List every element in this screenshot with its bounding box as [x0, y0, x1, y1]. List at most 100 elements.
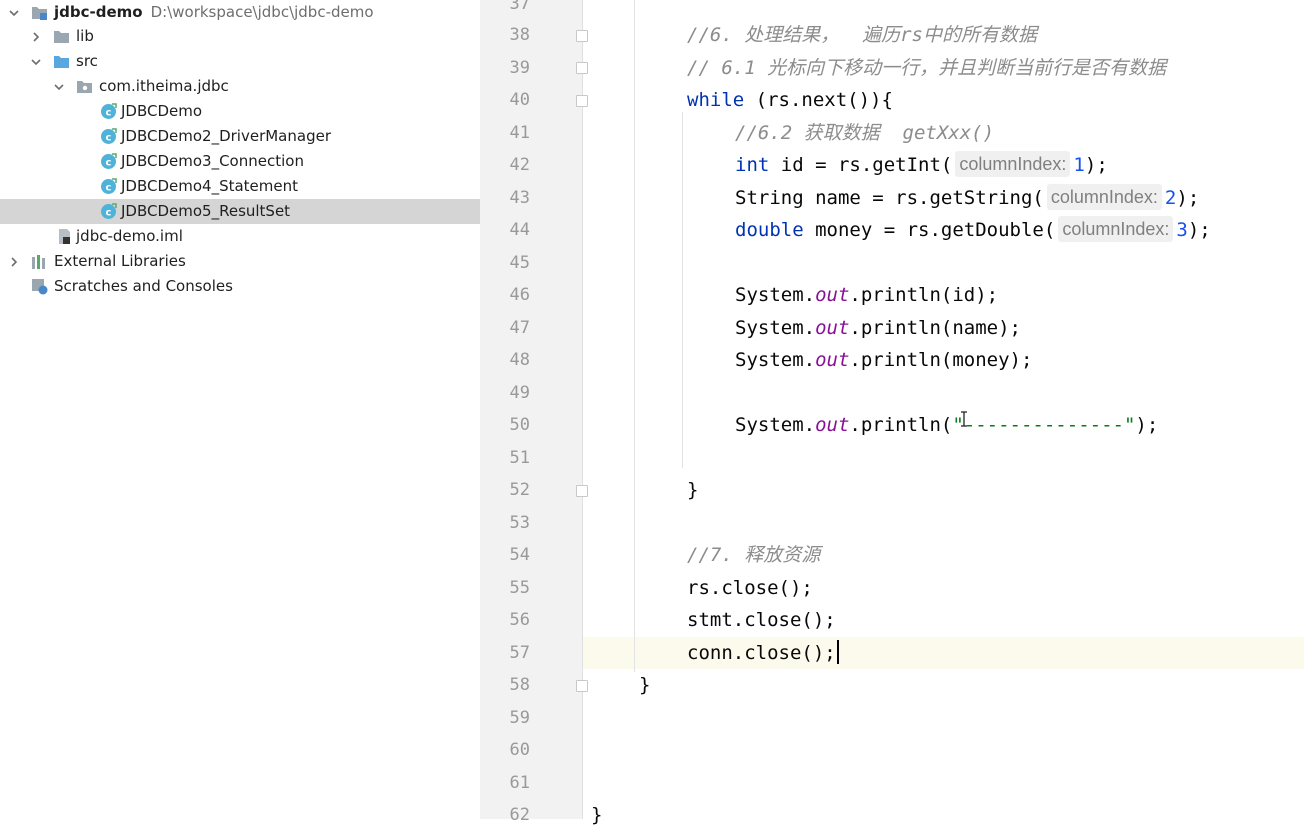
svg-text:c: c — [106, 208, 112, 219]
keyword: while — [687, 89, 745, 111]
code-text: String name = rs.getString( — [735, 187, 1044, 209]
line-number: 44 — [509, 220, 530, 240]
tree-item-label: jdbc-demo.iml — [76, 227, 183, 245]
tree-item-label: External Libraries — [54, 252, 186, 270]
chevron-right-icon[interactable] — [7, 249, 21, 274]
line-number: 49 — [509, 383, 530, 403]
code-line-47: System.out.println(name); — [735, 312, 1021, 344]
comment: //7. 释放资源 — [687, 544, 821, 566]
module-folder-icon — [31, 4, 48, 21]
fold-marker[interactable] — [576, 680, 588, 692]
number-literal: 2 — [1164, 187, 1177, 209]
code-text: .println( — [849, 414, 953, 436]
library-icon — [31, 253, 48, 270]
static-field: out — [815, 349, 850, 371]
line-number: 54 — [509, 545, 530, 565]
code-line-41: //6.2 获取数据 getXxx() — [735, 117, 994, 149]
code-line-54: //7. 释放资源 — [687, 539, 820, 571]
line-number: 41 — [509, 123, 530, 143]
line-number: 51 — [509, 448, 530, 468]
tree-item-jdbc-demo[interactable]: jdbc-demo D:\workspace\jdbc\jdbc-demo — [0, 0, 480, 25]
java-class-icon: c — [100, 203, 117, 220]
java-class-icon: c — [100, 103, 117, 120]
java-class-icon: c — [100, 178, 117, 195]
tree-item-class-jdbcdemo[interactable]: c JDBCDemo — [0, 99, 480, 124]
parameter-hint: columnIndex: — [1046, 184, 1162, 210]
code-text: ); — [1084, 154, 1108, 176]
fold-marker[interactable] — [576, 95, 588, 107]
code-line-38: //6. 处理结果， 遍历rs中的所有数据 — [687, 19, 1037, 51]
chevron-down-icon[interactable] — [52, 74, 66, 99]
code-text: System. — [735, 349, 816, 371]
tree-item-external-libraries[interactable]: External Libraries — [0, 249, 480, 274]
comment: // 6.1 光标向下移动一行，并且判断当前行是否有数据 — [687, 57, 1167, 79]
code-text: stmt.close(); — [687, 609, 836, 631]
code-text: rs.close(); — [687, 577, 813, 599]
line-number: 61 — [509, 773, 530, 793]
code-line-48: System.out.println(money); — [735, 344, 1032, 376]
number-literal: 3 — [1176, 219, 1188, 241]
code-line-50: System.out.println("--------------"); — [735, 409, 1158, 441]
svg-text:c: c — [106, 108, 112, 119]
code-line-40: while (rs.next()){ — [687, 84, 893, 116]
code-text: .println(id); — [849, 284, 999, 306]
line-number: 62 — [509, 805, 530, 825]
code-text: (rs.next()){ — [744, 89, 893, 111]
tree-item-scratches[interactable]: Scratches and Consoles — [0, 274, 480, 299]
code-text: .println(name); — [849, 317, 1021, 339]
code-text: } — [687, 479, 699, 501]
line-number: 40 — [509, 90, 530, 110]
line-number: 52 — [509, 480, 530, 500]
chevron-right-icon[interactable] — [29, 24, 43, 49]
static-field: out — [815, 317, 850, 339]
code-line-57: conn.close(); — [687, 637, 839, 669]
tree-item-label: JDBCDemo3_Connection — [121, 152, 304, 170]
line-number: 56 — [509, 610, 530, 630]
line-number: 47 — [509, 318, 530, 338]
code-line-52: } — [687, 474, 698, 506]
tree-item-package[interactable]: com.itheima.jdbc — [0, 74, 480, 99]
tree-item-label: JDBCDemo2_DriverManager — [121, 127, 331, 145]
code-text: } — [639, 674, 651, 696]
tree-item-lib[interactable]: lib — [0, 24, 480, 49]
tree-item-class-resultset[interactable]: c JDBCDemo5_ResultSet — [0, 199, 480, 224]
code-text: ); — [1187, 219, 1211, 241]
code-line-39: // 6.1 光标向下移动一行，并且判断当前行是否有数据 — [687, 52, 1166, 84]
tree-item-src[interactable]: src — [0, 49, 480, 74]
code-line-55: rs.close(); — [687, 572, 813, 604]
tree-item-class-drivermanager[interactable]: c JDBCDemo2_DriverManager — [0, 124, 480, 149]
fold-marker[interactable] — [576, 30, 588, 42]
parameter-hint: columnIndex: — [1058, 216, 1174, 242]
package-icon — [76, 78, 93, 95]
fold-marker[interactable] — [576, 485, 588, 497]
tree-item-label: src — [76, 52, 98, 70]
line-number: 53 — [509, 513, 530, 533]
project-tool-window: jdbc-demo D:\workspace\jdbc\jdbc-demo lib… — [0, 0, 480, 819]
code-text: money = rs.getDouble( — [803, 219, 1056, 241]
line-number: 59 — [509, 708, 530, 728]
folder-icon — [53, 28, 70, 45]
line-number: 58 — [509, 675, 530, 695]
static-field: out — [815, 414, 850, 436]
tree-item-label: lib — [76, 27, 94, 45]
indent-guide — [634, 0, 635, 672]
code-line-62: } — [591, 799, 602, 831]
tree-item-class-connection[interactable]: c JDBCDemo3_Connection — [0, 149, 480, 174]
line-number: 45 — [509, 253, 530, 273]
code-line-44: double money = rs.getDouble(columnIndex:… — [735, 214, 1211, 246]
chevron-down-icon[interactable] — [29, 49, 43, 74]
tree-item-label: jdbc-demo — [54, 3, 143, 21]
code-text: id = rs.getInt( — [769, 154, 953, 176]
svg-text:c: c — [106, 183, 112, 194]
tree-item-iml[interactable]: jdbc-demo.iml — [0, 224, 480, 249]
tree-item-class-statement[interactable]: c JDBCDemo4_Statement — [0, 174, 480, 199]
fold-marker[interactable] — [576, 62, 588, 74]
chevron-down-icon[interactable] — [7, 0, 21, 25]
code-line-58: } — [639, 669, 650, 701]
code-text: ); — [1176, 187, 1200, 209]
line-number: 55 — [509, 578, 530, 598]
line-number: 37 — [509, 0, 530, 14]
line-number: 42 — [509, 155, 530, 175]
code-line-42: int id = rs.getInt(columnIndex: 1); — [735, 149, 1108, 181]
line-number: 46 — [509, 285, 530, 305]
